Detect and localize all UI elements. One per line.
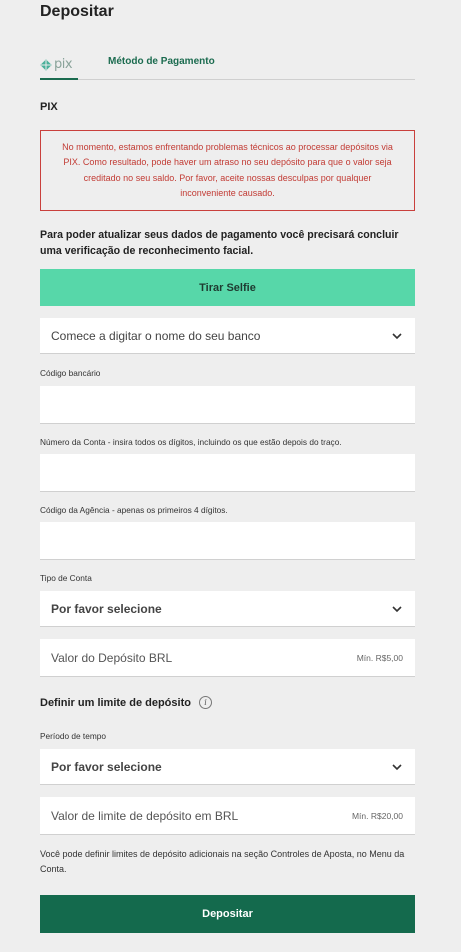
account-number-label: Número da Conta - insira todos os dígito… [40, 437, 342, 447]
page-title: Depositar [40, 3, 114, 20]
payment-tabs: pix Método de Pagamento [40, 52, 415, 80]
section-title: PIX [40, 101, 58, 113]
deposit-amount-placeholder: Valor do Depósito BRL [51, 650, 173, 665]
bank-code-label: Código bancário [40, 368, 101, 378]
facial-verification-text: Para poder atualizar seus dados de pagam… [40, 229, 399, 257]
agency-code-input[interactable] [40, 522, 415, 560]
account-number-input[interactable] [40, 454, 415, 492]
tab-pix[interactable]: pix [40, 52, 78, 80]
deposit-button[interactable]: Depositar [40, 895, 415, 933]
chevron-down-icon [392, 333, 402, 340]
pix-logo: pix [40, 57, 73, 72]
deposit-limit-title: Definir um limite de depósito [40, 696, 191, 709]
take-selfie-button[interactable]: Tirar Selfie [40, 269, 415, 306]
account-type-select[interactable]: Por favor selecione [40, 591, 415, 627]
bank-select-placeholder: Comece a digitar o nome do seu banco [51, 328, 261, 343]
limits-note: Você pode definir limites de depósito ad… [40, 849, 405, 874]
pix-logo-text: pix [54, 57, 73, 72]
period-label: Período de tempo [40, 731, 106, 741]
account-type-selected: Por favor selecione [51, 601, 162, 616]
period-select[interactable]: Por favor selecione [40, 749, 415, 785]
chevron-down-icon [392, 606, 402, 613]
period-selected: Por favor selecione [51, 759, 162, 774]
chevron-down-icon [392, 764, 402, 771]
alert-message: No momento, estamos enfrentando problema… [62, 142, 393, 198]
bank-code-input[interactable] [40, 386, 415, 424]
account-type-label: Tipo de Conta [40, 573, 92, 583]
deposit-limit-heading: Definir um limite de depósito i [40, 696, 212, 709]
error-alert: No momento, estamos enfrentando problema… [40, 130, 415, 211]
deposit-min-hint: Mín. R$5,00 [356, 652, 403, 663]
limit-amount-placeholder: Valor de limite de depósito em BRL [51, 808, 239, 823]
bank-select[interactable]: Comece a digitar o nome do seu banco [40, 318, 415, 354]
agency-code-label: Código da Agência - apenas os primeiros … [40, 505, 228, 515]
pix-diamond-icon [40, 58, 52, 71]
deposit-amount-input[interactable]: Valor do Depósito BRL Mín. R$5,00 [40, 639, 415, 677]
info-icon[interactable]: i [198, 696, 212, 709]
tab-payment-method[interactable]: Método de Pagamento [108, 56, 215, 67]
limit-min-hint: Mín. R$20,00 [351, 810, 403, 821]
limit-amount-input[interactable]: Valor de limite de depósito em BRL Mín. … [40, 797, 415, 835]
